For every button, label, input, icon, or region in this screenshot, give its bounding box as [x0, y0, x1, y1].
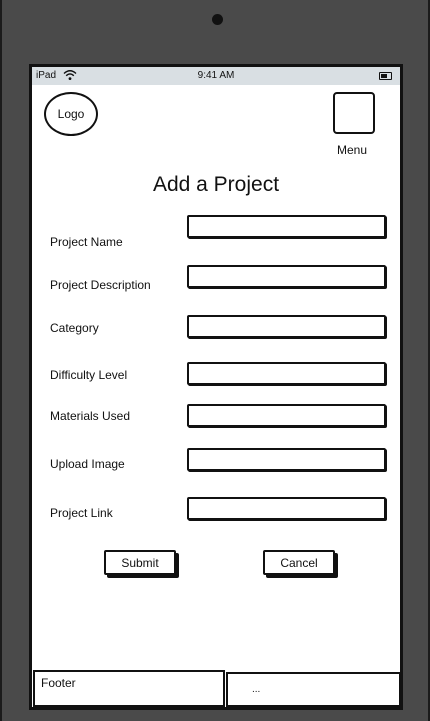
category-label: Category: [50, 321, 99, 335]
logo[interactable]: Logo: [44, 92, 98, 136]
project-link-input[interactable]: [187, 497, 386, 520]
difficulty-level-input[interactable]: [187, 362, 386, 385]
cancel-button[interactable]: Cancel: [263, 550, 335, 575]
footer: Footer: [33, 670, 225, 707]
materials-used-label: Materials Used: [50, 409, 131, 423]
project-link-label: Project Link: [50, 506, 113, 520]
upload-image-label: Upload Image: [50, 457, 125, 471]
battery-icon: [379, 72, 392, 80]
footer-text: Footer: [41, 676, 76, 690]
materials-used-input[interactable]: [187, 404, 386, 427]
page-title: Add a Project: [152, 173, 280, 196]
menu-button[interactable]: [333, 92, 375, 134]
project-name-label: Project Name: [50, 235, 123, 249]
menu-label: Menu: [337, 143, 368, 157]
footer-ellipsis: ...: [252, 684, 261, 695]
tablet-frame: iPad 9:41 AM Logo Menu Add a Project Pro…: [0, 0, 430, 721]
footer-extra: ...: [226, 672, 401, 707]
logo-text: Logo: [57, 107, 85, 121]
submit-button[interactable]: Submit: [104, 550, 176, 575]
category-input[interactable]: [187, 315, 386, 338]
upload-image-input[interactable]: [187, 448, 386, 471]
camera-dot: [212, 14, 223, 25]
status-time: 9:41 AM: [197, 70, 235, 81]
difficulty-level-label: Difficulty Level: [50, 368, 128, 382]
project-name-input[interactable]: [187, 215, 386, 238]
project-description-input[interactable]: [187, 265, 386, 288]
project-description-label: Project Description: [50, 278, 151, 292]
device-screen: iPad 9:41 AM Logo Menu Add a Project Pro…: [29, 64, 403, 710]
status-bar: iPad 9:41 AM: [32, 67, 400, 85]
